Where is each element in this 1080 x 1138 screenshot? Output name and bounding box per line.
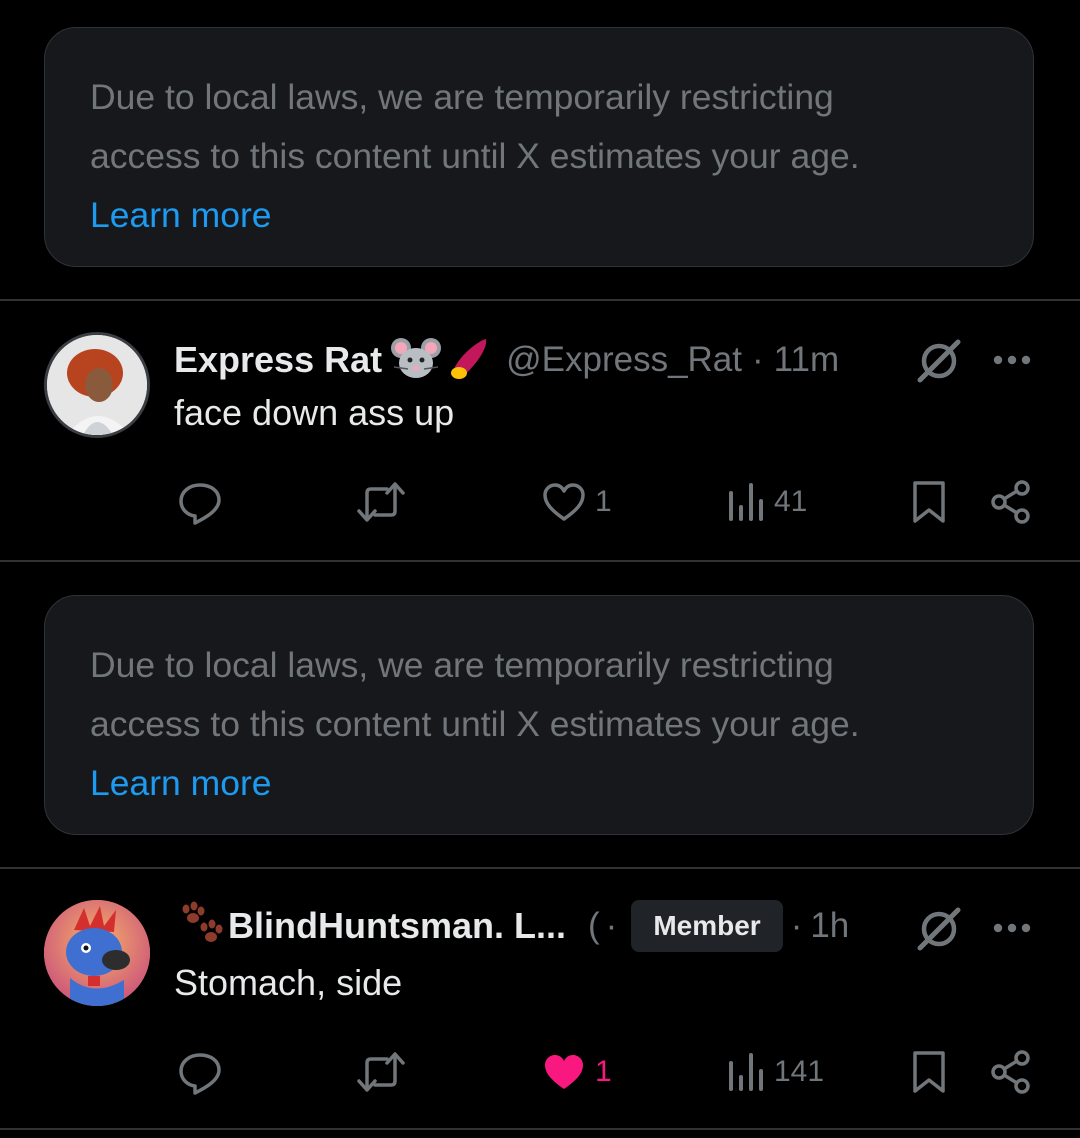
display-name[interactable]: BlindHuntsman. L... [228, 905, 566, 947]
learn-more-link[interactable]: Learn more [90, 754, 989, 813]
heart-icon [543, 483, 585, 521]
divider [0, 1128, 1080, 1130]
separator: · [790, 906, 803, 945]
more-options-icon[interactable] [992, 350, 1036, 370]
notice-text-line: access to this content until X estimates… [90, 136, 860, 176]
avatar[interactable] [44, 900, 150, 1006]
separator: · [752, 340, 764, 379]
age-restriction-notice: Due to local laws, we are temporarily re… [44, 27, 1034, 267]
paw-prints-icon [176, 901, 224, 952]
post[interactable]: Express Rat @Express_Rat · 11m face down… [0, 300, 1080, 560]
notice-text-line: access to this content until X estimates… [90, 704, 860, 744]
views-button[interactable]: 141 [726, 1044, 824, 1100]
reply-button[interactable] [177, 474, 223, 530]
post-header: BlindHuntsman. L... ( · Member · 1h [174, 900, 849, 952]
reply-icon [179, 483, 221, 525]
avatar[interactable] [44, 332, 150, 438]
bookmark-icon [913, 1051, 945, 1093]
view-count: 41 [774, 485, 808, 518]
post-text: Stomach, side [174, 962, 403, 1003]
repost-button[interactable] [356, 1044, 406, 1100]
member-badge[interactable]: Member [631, 900, 783, 952]
age-restriction-notice: Due to local laws, we are temporarily re… [44, 595, 1034, 835]
like-button[interactable]: 1 [541, 1044, 612, 1100]
post-header: Express Rat @Express_Rat · 11m [174, 334, 839, 386]
like-count: 1 [595, 485, 612, 518]
share-button[interactable] [989, 1044, 1033, 1100]
mouse-face-icon [390, 335, 442, 386]
bookmark-button[interactable] [909, 474, 949, 530]
post-actions: 1 141 [0, 1044, 1080, 1100]
reply-button[interactable] [177, 1044, 223, 1100]
reply-icon [179, 1053, 221, 1095]
bookmark-button[interactable] [909, 1044, 949, 1100]
post-time[interactable]: 1h [810, 906, 849, 946]
view-count: 141 [774, 1055, 825, 1088]
share-icon [991, 1050, 1030, 1094]
repost-icon [357, 1052, 405, 1092]
post-time[interactable]: 11m [774, 340, 840, 380]
separator: · [605, 906, 618, 945]
views-icon [729, 1053, 763, 1091]
more-options-icon[interactable] [992, 918, 1036, 938]
repost-button[interactable] [356, 474, 406, 530]
post-actions: 1 41 [0, 474, 1080, 530]
learn-more-link[interactable]: Learn more [90, 186, 989, 245]
user-handle[interactable]: ( [588, 906, 600, 946]
views-button[interactable]: 41 [726, 474, 807, 530]
divider [0, 560, 1080, 562]
bookmark-icon [913, 481, 945, 523]
heart-filled-icon [545, 1055, 583, 1089]
post[interactable]: BlindHuntsman. L... ( · Member · 1h Stom… [0, 868, 1080, 1130]
share-button[interactable] [989, 474, 1033, 530]
like-button[interactable]: 1 [541, 474, 612, 530]
grok-icon[interactable] [914, 904, 964, 954]
share-icon [991, 480, 1030, 524]
post-text: face down ass up [174, 392, 455, 433]
repost-icon [357, 482, 405, 522]
like-count: 1 [595, 1055, 612, 1088]
notice-text-line: Due to local laws, we are temporarily re… [90, 77, 834, 117]
grok-icon[interactable] [914, 336, 964, 386]
display-name[interactable]: Express Rat [174, 339, 382, 381]
user-handle[interactable]: @Express_Rat [506, 340, 742, 380]
sweet-potato-icon [444, 335, 492, 386]
notice-text-line: Due to local laws, we are temporarily re… [90, 645, 834, 685]
views-icon [729, 483, 763, 521]
